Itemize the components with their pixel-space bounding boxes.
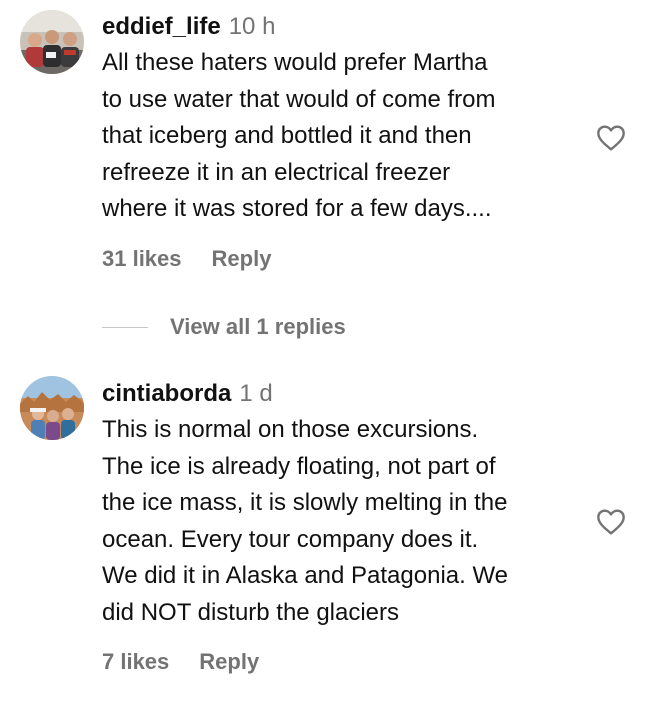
avatar[interactable] <box>20 376 84 440</box>
comment-text-line: the ice mass, it is slowly melting in th… <box>102 489 508 516</box>
comment-header: eddief_life 10 h <box>102 12 582 42</box>
comment-timestamp: 10 h <box>228 13 276 40</box>
comment-text-line: refreeze it in an electrical freezer <box>102 158 451 186</box>
like-count[interactable]: 31 likes <box>102 246 182 272</box>
reply-button[interactable]: Reply <box>212 246 272 272</box>
username[interactable]: eddief_life <box>102 13 221 40</box>
comment-text: All these haters would prefer Martha to … <box>102 45 582 228</box>
comment-text-line: that iceberg and bottled it and then <box>102 122 472 149</box>
heart-icon[interactable] <box>595 506 627 538</box>
comment-text-line: The ice is already floating, not part of <box>102 452 496 480</box>
comment-text-line: All these haters would prefer Martha <box>102 49 488 76</box>
avatar[interactable] <box>20 10 84 74</box>
comment-actions: 31 likes Reply <box>102 246 271 272</box>
comment-text-line: This is normal on those excursions. <box>102 416 479 443</box>
comment-text-line: We did it in Alaska and Patagonia. We <box>102 562 509 589</box>
reply-button[interactable]: Reply <box>199 649 259 675</box>
comment-text-line: where it was stored for a few days.... <box>102 195 492 222</box>
heart-icon[interactable] <box>595 122 627 154</box>
comment-text-line: to use water that would of come from <box>102 85 496 113</box>
comment-text-line: ocean. Every tour company does it. <box>102 525 479 553</box>
comment-actions: 7 likes Reply <box>102 649 259 675</box>
username[interactable]: cintiaborda <box>102 380 231 407</box>
replies-divider <box>102 326 148 328</box>
comment-text-line: did NOT disturb the glaciers <box>102 598 400 626</box>
view-replies-label: View all 1 replies <box>170 314 346 339</box>
view-replies-button[interactable]: View all 1 replies <box>102 312 346 342</box>
comment-text: This is normal on those excursions. The … <box>102 412 582 631</box>
comment-timestamp: 1 d <box>239 380 273 407</box>
comment-header: cintiaborda 1 d <box>102 379 582 409</box>
like-count[interactable]: 7 likes <box>102 649 169 675</box>
